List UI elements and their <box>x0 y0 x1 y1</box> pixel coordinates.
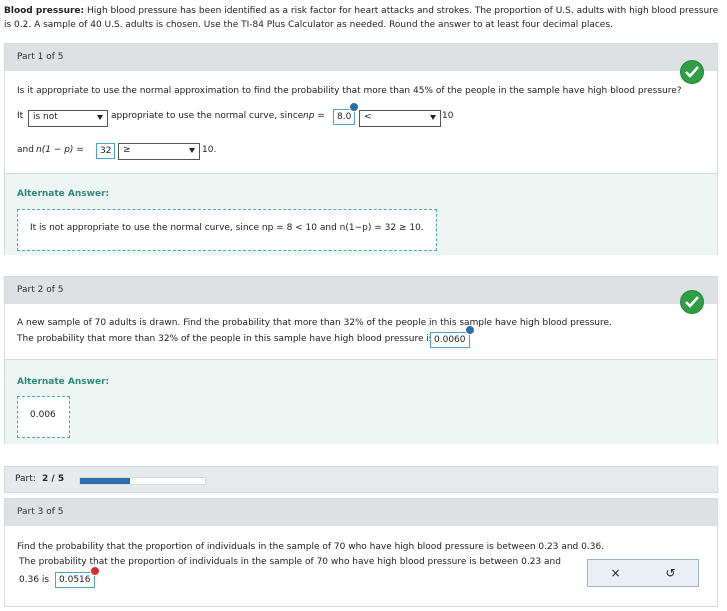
progress-track <box>79 477 206 485</box>
part1-mid-text: appropriate to use the normal curve, sin… <box>111 111 304 121</box>
part3-line2: The probability that the proportion of i… <box>19 557 561 567</box>
problem-intro: Blood pressure: High blood pressure has … <box>4 4 719 32</box>
part2-alternate-label: Alternate Answer: <box>17 377 110 387</box>
part2-answer-field[interactable]: 0.0060 <box>430 332 470 348</box>
part1-alternate-box: It is not appropriate to use the normal … <box>17 209 437 251</box>
intro-text: High blood pressure has been identified … <box>4 6 719 30</box>
part1-panel: Part 1 of 5 Is it appropriate to use the… <box>4 43 718 255</box>
np-label: np = <box>303 111 325 121</box>
edit-marker-icon <box>349 102 359 112</box>
progress-bar: Part: 2 / 5 <box>4 466 718 493</box>
clear-button[interactable]: × <box>588 560 643 586</box>
part3-line1: Find the probability that the proportion… <box>17 542 605 552</box>
progress-value: 2 / 5 <box>42 474 65 484</box>
part3-line3-prefix: 0.36 is <box>19 575 50 585</box>
part2-alternate-section: Alternate Answer: 0.006 <box>5 359 717 444</box>
part1-it-label: It <box>17 111 24 121</box>
part3-panel: Part 3 of 5 Find the probability that th… <box>4 498 718 607</box>
part1-header: Part 1 of 5 <box>5 44 717 71</box>
n1p-label: n(1 − p) = <box>36 145 84 155</box>
edit-marker-icon <box>465 325 475 335</box>
part2-panel: Part 2 of 5 A new sample of 70 adults is… <box>4 276 718 444</box>
part1-ten-1: 10 <box>442 111 454 121</box>
part2-header: Part 2 of 5 <box>5 277 717 304</box>
progress-label: Part: <box>15 474 36 484</box>
part1-select-np-compare-value: < <box>364 112 372 122</box>
error-marker-icon <box>90 566 100 576</box>
part2-alternate-text: 0.006 <box>30 410 56 420</box>
part1-select-appropriate-value: is not <box>33 112 58 122</box>
part3-header: Part 3 of 5 <box>5 499 717 526</box>
progress-fill <box>80 478 130 484</box>
intro-bold-label: Blood pressure: <box>4 6 85 16</box>
part1-select-n1p-compare-value: ≥ <box>123 145 131 155</box>
part1-ten-2: 10. <box>202 145 217 155</box>
undo-button[interactable]: ↺ <box>643 560 698 586</box>
part2-line2: The probability that more than 32% of th… <box>17 334 434 344</box>
part1-select-n1p-compare[interactable]: ≥ <box>118 143 200 160</box>
part1-select-np-compare[interactable]: < <box>359 110 441 127</box>
part1-alternate-section: Alternate Answer: It is not appropriate … <box>5 173 717 255</box>
part1-and-label: and <box>17 145 34 155</box>
chevron-down-icon <box>430 115 436 120</box>
part2-line1: A new sample of 70 adults is drawn. Find… <box>17 318 612 328</box>
part1-alternate-text: It is not appropriate to use the normal … <box>30 223 424 233</box>
part1-alternate-label: Alternate Answer: <box>17 189 110 199</box>
chevron-down-icon <box>97 115 103 120</box>
part1-select-appropriate[interactable]: is not <box>28 110 108 127</box>
answer-tools: × ↺ <box>587 559 699 587</box>
part1-correct-check-icon <box>680 60 704 84</box>
part3-answer-field[interactable]: 0.0516 <box>55 572 95 588</box>
n1p-value-field[interactable]: 32 <box>96 143 116 159</box>
part2-alternate-box: 0.006 <box>17 396 70 438</box>
part2-correct-check-icon <box>680 290 704 314</box>
part1-question: Is it appropriate to use the normal appr… <box>17 86 682 96</box>
chevron-down-icon <box>189 148 195 153</box>
